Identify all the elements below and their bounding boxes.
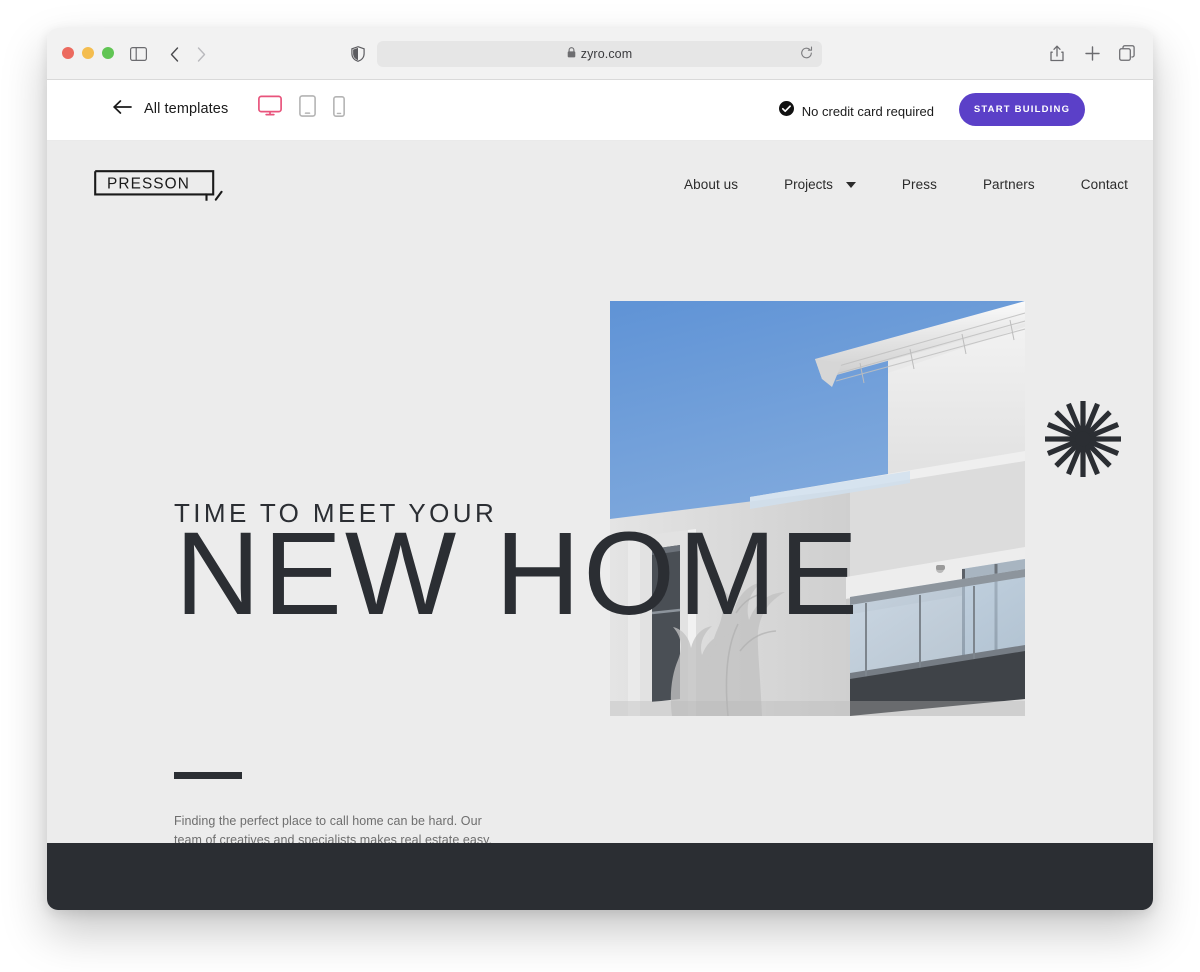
- no-credit-card-notice: No credit card required: [778, 101, 934, 121]
- window-traffic-lights: [62, 47, 114, 59]
- site-logo[interactable]: PRESSON: [94, 170, 227, 203]
- browser-actions: [1047, 43, 1137, 63]
- site-logo-text: PRESSON: [107, 176, 190, 193]
- chevron-down-icon: [845, 181, 856, 188]
- reload-icon[interactable]: [800, 46, 813, 62]
- browser-titlebar: zyro.com: [47, 28, 1153, 80]
- sidebar-icon[interactable]: [128, 44, 148, 64]
- maximize-window-button[interactable]: [102, 47, 114, 59]
- close-window-button[interactable]: [62, 47, 74, 59]
- all-templates-button[interactable]: All templates: [113, 99, 228, 118]
- arrow-left-icon: [113, 99, 132, 118]
- device-switcher: [258, 95, 345, 117]
- zyro-toolbar: All templates No credit card required ST…: [47, 80, 1153, 141]
- site-navigation: About us Projects Press Partners Contact: [661, 177, 1151, 192]
- desktop-view-button[interactable]: [258, 95, 282, 117]
- nav-item-contact[interactable]: Contact: [1058, 177, 1151, 192]
- lock-icon: [567, 47, 576, 61]
- privacy-shield-icon[interactable]: [348, 44, 368, 64]
- site-footer: [47, 843, 1153, 910]
- no-credit-card-label: No credit card required: [801, 103, 934, 119]
- chevron-left-icon[interactable]: [164, 44, 184, 64]
- mobile-view-button[interactable]: [333, 95, 345, 117]
- address-bar-url: zyro.com: [580, 47, 633, 61]
- nav-item-projects-label: Projects: [784, 177, 833, 192]
- starburst-icon: [1043, 399, 1123, 479]
- chevron-right-icon[interactable]: [191, 44, 211, 64]
- nav-item-projects[interactable]: Projects: [761, 177, 879, 192]
- all-templates-label: All templates: [144, 100, 229, 117]
- hero-divider: [174, 772, 242, 779]
- tab-overview-icon[interactable]: [1117, 43, 1137, 63]
- nav-item-partners[interactable]: Partners: [960, 177, 1058, 192]
- nav-item-press[interactable]: Press: [879, 177, 960, 192]
- plus-icon[interactable]: [1082, 43, 1102, 63]
- minimize-window-button[interactable]: [82, 47, 94, 59]
- check-circle-icon: [778, 101, 794, 121]
- address-bar[interactable]: zyro.com: [377, 41, 822, 67]
- tablet-view-button[interactable]: [299, 95, 316, 117]
- hero-headline: NEW HOME: [175, 508, 862, 640]
- template-preview: PRESSON About us Projects Press Partners…: [47, 141, 1153, 910]
- browser-window: zyro.com All templates No credit card re…: [47, 28, 1153, 910]
- nav-item-about-us[interactable]: About us: [661, 177, 761, 192]
- share-icon[interactable]: [1047, 43, 1067, 63]
- start-building-button[interactable]: START BUILDING: [959, 93, 1085, 126]
